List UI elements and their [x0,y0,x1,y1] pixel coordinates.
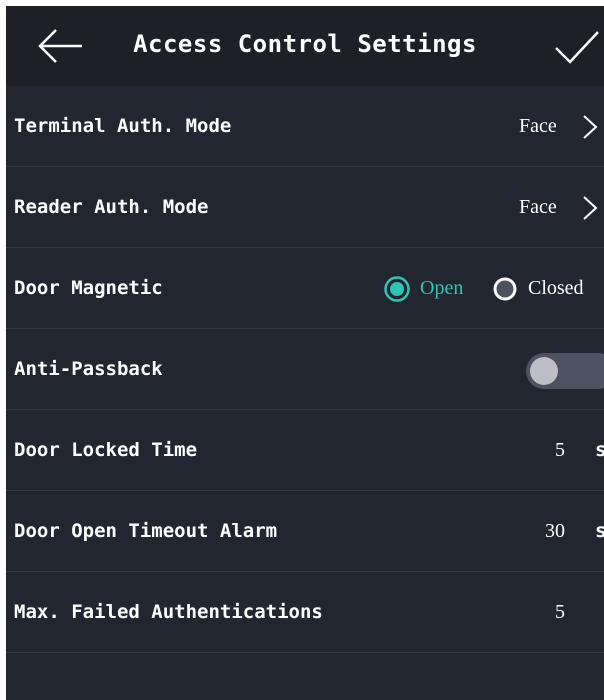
reader-auth-mode-value: Face [519,196,557,218]
reader-auth-mode-row[interactable]: Reader Auth. Mode Face [6,167,604,248]
door-locked-time-value[interactable]: 5 [555,410,565,490]
door-locked-time-label: Door Locked Time [14,439,198,461]
door-magnetic-label: Door Magnetic [14,277,163,299]
checkmark-icon[interactable] [552,28,600,66]
door-locked-time-unit: s [595,439,604,461]
max-failed-authentications-value[interactable]: 5 [555,572,565,652]
door-open-timeout-alarm-unit: s [595,520,604,542]
toggle-knob [530,357,558,385]
header-bar: Access Control Settings [6,6,604,86]
max-failed-authentications-row[interactable]: Max. Failed Authentications 5 [6,572,604,653]
terminal-auth-mode-row[interactable]: Terminal Auth. Mode Face [6,86,604,167]
chevron-right-icon [583,115,598,139]
chevron-right-icon [583,196,598,220]
door-locked-time-row[interactable]: Door Locked Time 5 s [6,410,604,491]
radio-open-label[interactable]: Open [420,248,463,328]
max-failed-authentications-label: Max. Failed Authentications [14,601,323,623]
radio-closed-icon[interactable] [492,276,518,302]
anti-passback-label: Anti-Passback [14,358,163,380]
radio-closed-label[interactable]: Closed [528,248,584,328]
anti-passback-row: Anti-Passback [6,329,604,410]
reader-auth-mode-label: Reader Auth. Mode [14,196,209,218]
terminal-auth-mode-value: Face [519,115,557,137]
door-open-timeout-alarm-value[interactable]: 30 [545,491,565,571]
door-open-timeout-alarm-label: Door Open Timeout Alarm [14,520,278,542]
door-magnetic-row: Door Magnetic Open Closed [6,248,604,329]
page-title: Access Control Settings [133,30,477,58]
radio-open-icon[interactable] [384,276,410,302]
anti-passback-toggle[interactable] [526,353,604,389]
terminal-auth-mode-label: Terminal Auth. Mode [14,115,232,137]
access-control-settings-screen: Access Control Settings Terminal Auth. M… [6,6,604,700]
door-open-timeout-alarm-row[interactable]: Door Open Timeout Alarm 30 s [6,491,604,572]
